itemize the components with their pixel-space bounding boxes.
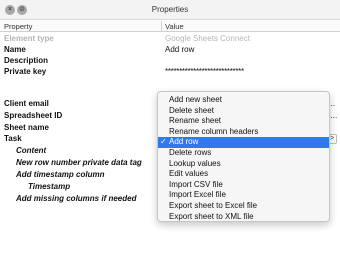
row-label: Element type [4, 34, 54, 43]
property-column-header: Property [4, 22, 33, 31]
row-label: Name [4, 45, 26, 54]
value-column-header: Value [165, 22, 184, 31]
menu-item-import-csv-file[interactable]: Import CSV file [158, 180, 329, 191]
task-dropdown-menu: Add new sheet Delete sheet Rename sheet … [157, 91, 330, 222]
row-label: Description [4, 56, 49, 65]
menu-item-add-row[interactable]: ✓ Add row [158, 137, 329, 148]
row-label: Sheet name [4, 123, 49, 132]
title-bar: × ⊘ Properties [0, 0, 340, 20]
name-field[interactable]: Add row [165, 45, 194, 54]
menu-item-lookup-values[interactable]: Lookup values [158, 159, 329, 170]
menu-item-export-sheet-to-excel[interactable]: Export sheet to Excel file [158, 201, 329, 212]
row-label: Add timestamp column [16, 170, 105, 179]
row-private-key[interactable]: Private key **************************** [0, 66, 340, 77]
menu-item-rename-column-headers[interactable]: Rename column headers [158, 127, 329, 138]
row-value: Google Sheets Connect [165, 34, 250, 43]
menu-item-import-excel-file[interactable]: Import Excel file [158, 190, 329, 201]
row-label: Private key [4, 67, 47, 76]
row-label: Spreadsheet ID [4, 111, 63, 120]
menu-item-label: Add row [169, 137, 199, 147]
column-divider[interactable] [161, 21, 162, 32]
row-description[interactable]: Description [0, 55, 340, 66]
checkmark-icon: ✓ [160, 137, 167, 147]
row-private-key-cont [0, 77, 340, 88]
row-label: Timestamp [28, 182, 71, 191]
row-element-type: Element type Google Sheets Connect [0, 33, 340, 44]
row-label: Add missing columns if needed [16, 194, 137, 203]
menu-item-add-new-sheet[interactable]: Add new sheet [158, 95, 329, 106]
window-title: Properties [151, 5, 189, 14]
row-label: Content [16, 146, 47, 155]
menu-item-delete-sheet[interactable]: Delete sheet [158, 106, 329, 117]
row-label: Task [4, 134, 22, 143]
row-label: New row number private data tag [16, 158, 142, 167]
private-key-field[interactable]: **************************** [165, 67, 244, 76]
menu-item-export-sheet-to-xml[interactable]: Export sheet to XML file [158, 212, 329, 223]
row-name[interactable]: Name Add row [0, 44, 340, 55]
menu-item-rename-sheet[interactable]: Rename sheet [158, 116, 329, 127]
menu-item-delete-rows[interactable]: Delete rows [158, 148, 329, 159]
menu-item-edit-values[interactable]: Edit values [158, 169, 329, 180]
row-label: Client email [4, 99, 49, 108]
property-table-header: Property Value [0, 21, 340, 32]
